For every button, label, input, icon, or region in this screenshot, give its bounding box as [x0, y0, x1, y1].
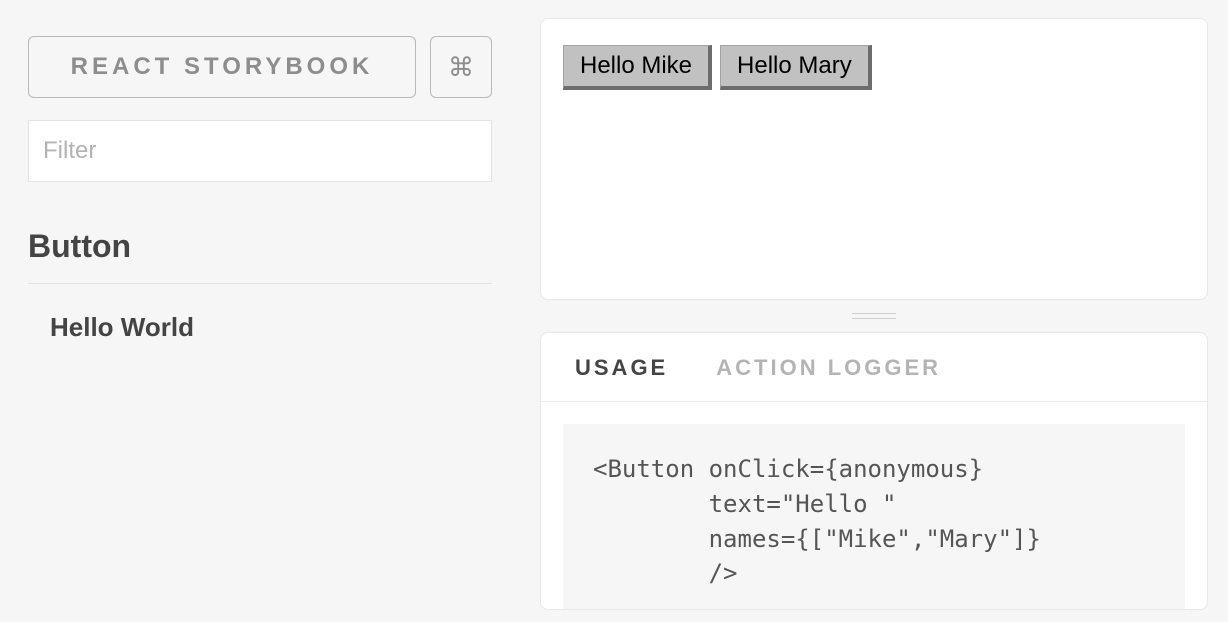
- usage-code-block: <Button onClick={anonymous} text="Hello …: [563, 424, 1185, 610]
- sidebar: REACT STORYBOOK ⌘ Button Hello World: [0, 0, 520, 622]
- command-shortcut-button[interactable]: ⌘: [430, 36, 492, 98]
- sidebar-top-row: REACT STORYBOOK ⌘: [28, 36, 492, 98]
- preview-panel: Hello Mike Hello Mary: [540, 18, 1208, 300]
- usage-code-wrap: <Button onClick={anonymous} text="Hello …: [541, 402, 1207, 610]
- demo-button-mary[interactable]: Hello Mary: [720, 45, 872, 90]
- logo-button[interactable]: REACT STORYBOOK: [28, 36, 416, 98]
- story-list: Hello World: [28, 304, 492, 351]
- demo-button-mike[interactable]: Hello Mike: [563, 45, 712, 90]
- kind-title[interactable]: Button: [28, 228, 492, 284]
- addons-tab-bar: USAGE ACTION LOGGER: [541, 333, 1207, 402]
- filter-input[interactable]: [28, 120, 492, 182]
- app-root: REACT STORYBOOK ⌘ Button Hello World Hel…: [0, 0, 1228, 622]
- main-column: Hello Mike Hello Mary USAGE ACTION LOGGE…: [520, 0, 1228, 622]
- preview-button-row: Hello Mike Hello Mary: [563, 45, 1185, 90]
- tab-action-logger[interactable]: ACTION LOGGER: [716, 355, 941, 381]
- addons-panel: USAGE ACTION LOGGER <Button onClick={ano…: [540, 332, 1208, 610]
- tab-usage[interactable]: USAGE: [575, 355, 668, 381]
- panel-resizer[interactable]: [540, 300, 1208, 332]
- story-item-hello-world[interactable]: Hello World: [28, 304, 492, 351]
- resizer-handle-icon: [852, 313, 896, 319]
